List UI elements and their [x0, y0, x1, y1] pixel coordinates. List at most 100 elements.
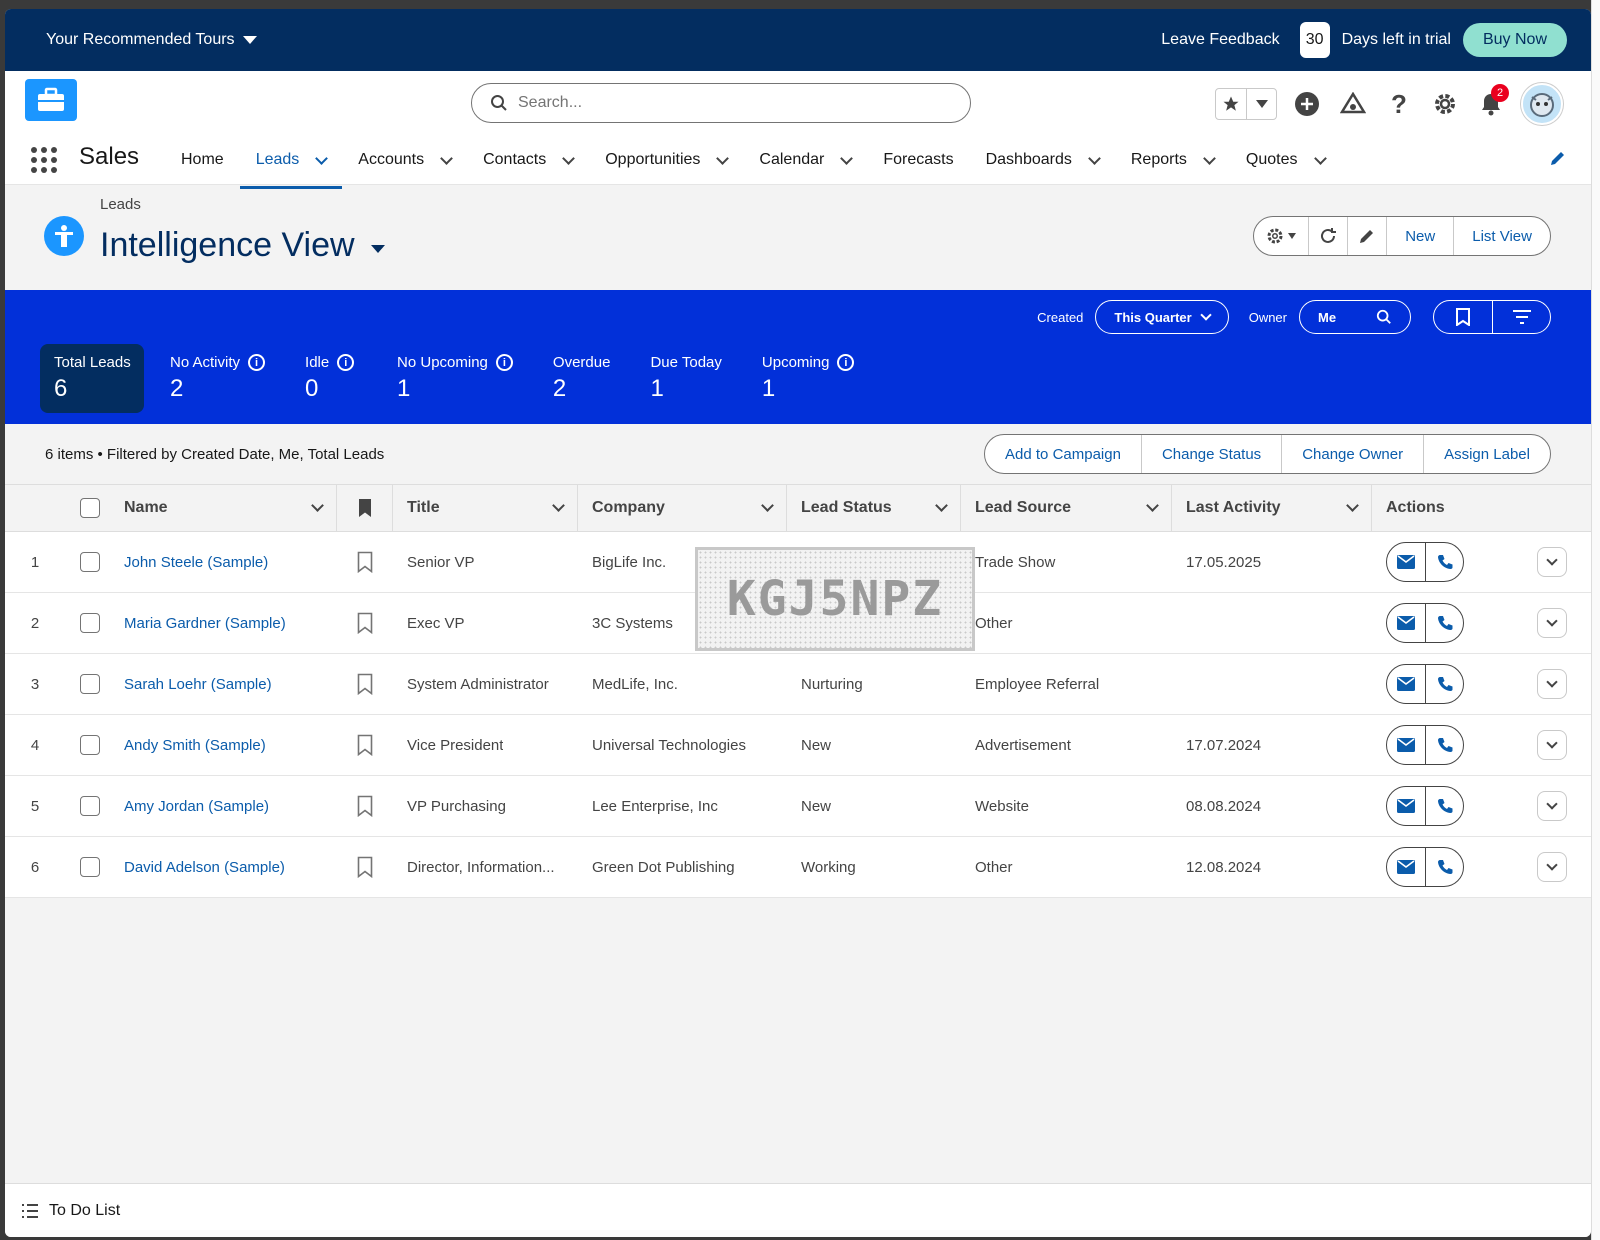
info-icon[interactable]: i [337, 354, 355, 371]
new-button[interactable]: New [1386, 217, 1453, 255]
chevron-down-icon[interactable] [1346, 499, 1359, 512]
nav-item-opportunities[interactable]: Opportunities [589, 135, 743, 185]
bookmark-icon[interactable] [337, 776, 393, 836]
email-icon[interactable] [1387, 726, 1425, 764]
refresh-icon[interactable] [1308, 217, 1347, 255]
app-launcher-icon[interactable] [31, 147, 57, 173]
bookmark-icon[interactable] [337, 532, 393, 592]
bookmark-icon[interactable] [337, 837, 393, 897]
chevron-down-icon[interactable] [935, 499, 948, 512]
phone-icon[interactable] [1425, 543, 1463, 581]
column-header-title[interactable]: Title [393, 485, 578, 531]
bookmark-icon[interactable] [1434, 301, 1492, 333]
chevron-down-icon[interactable] [562, 151, 576, 165]
email-icon[interactable] [1387, 665, 1425, 703]
row-checkbox[interactable] [65, 837, 115, 897]
bookmark-icon[interactable] [337, 715, 393, 775]
chevron-down-icon[interactable] [1146, 499, 1159, 512]
row-menu-chevron-icon[interactable] [1536, 669, 1567, 699]
phone-icon[interactable] [1425, 787, 1463, 825]
row-menu-chevron-icon[interactable] [1536, 608, 1567, 638]
buy-now-button[interactable]: Buy Now [1462, 23, 1567, 57]
chevron-down-icon[interactable] [440, 151, 453, 165]
global-search-input[interactable]: Search... [471, 83, 971, 123]
favorites-dropdown-icon[interactable] [1246, 89, 1276, 119]
row-menu-chevron-icon[interactable] [1536, 730, 1567, 760]
star-icon[interactable] [1216, 89, 1246, 119]
column-header-bookmark[interactable] [337, 485, 393, 531]
chevron-down-icon[interactable] [311, 499, 324, 512]
owner-filter-input[interactable]: Me [1299, 300, 1411, 334]
column-header-lead-source[interactable]: Lead Source [961, 485, 1172, 531]
add-plus-icon[interactable] [1291, 88, 1323, 120]
nav-item-accounts[interactable]: Accounts [342, 135, 467, 185]
select-all-checkbox[interactable] [65, 485, 115, 531]
change-status-button[interactable]: Change Status [1140, 435, 1281, 473]
bookmark-icon[interactable] [337, 654, 393, 714]
row-menu-chevron-icon[interactable] [1536, 547, 1567, 577]
nav-item-dashboards[interactable]: Dashboards [970, 135, 1115, 185]
nav-item-quotes[interactable]: Quotes [1230, 135, 1341, 185]
email-icon[interactable] [1387, 787, 1425, 825]
info-icon[interactable]: i [837, 354, 855, 371]
chevron-down-icon[interactable] [552, 499, 565, 512]
stat-tile-due-today[interactable]: Due Today 1 [636, 344, 735, 413]
phone-icon[interactable] [1425, 604, 1463, 642]
chevron-down-icon[interactable] [1313, 151, 1327, 165]
stat-tile-upcoming[interactable]: Upcoming i 1 [748, 344, 869, 413]
nav-item-leads[interactable]: Leads [239, 135, 343, 189]
recommended-tours-dropdown[interactable]: Your Recommended Tours [46, 31, 257, 49]
row-checkbox[interactable] [65, 776, 115, 836]
lead-name-link[interactable]: Maria Gardner (Sample) [124, 615, 286, 632]
chevron-down-icon[interactable] [840, 151, 854, 165]
nav-item-forecasts[interactable]: Forecasts [867, 135, 969, 185]
stat-tile-idle[interactable]: Idle i 0 [291, 344, 371, 413]
inline-edit-pencil-icon[interactable] [1347, 217, 1386, 255]
email-icon[interactable] [1387, 848, 1425, 886]
stat-tile-overdue[interactable]: Overdue 2 [539, 344, 625, 413]
email-icon[interactable] [1387, 543, 1425, 581]
notifications-bell-icon[interactable]: 2 [1475, 84, 1509, 120]
column-header-name[interactable]: Name [115, 485, 337, 531]
chevron-down-icon[interactable] [1088, 151, 1101, 165]
nav-item-reports[interactable]: Reports [1115, 135, 1230, 185]
row-menu-chevron-icon[interactable] [1536, 852, 1567, 882]
help-icon[interactable]: ? [1383, 88, 1415, 120]
change-owner-button[interactable]: Change Owner [1281, 435, 1423, 473]
edit-nav-pencil-icon[interactable] [1549, 149, 1567, 172]
column-header-last-activity[interactable]: Last Activity [1172, 485, 1372, 531]
chevron-down-icon[interactable] [761, 499, 774, 512]
row-checkbox[interactable] [65, 532, 115, 592]
created-filter-dropdown[interactable]: This Quarter [1095, 300, 1229, 334]
chevron-down-icon[interactable] [1203, 151, 1216, 165]
nav-item-calendar[interactable]: Calendar [743, 135, 867, 185]
add-to-campaign-button[interactable]: Add to Campaign [985, 435, 1141, 473]
chevron-down-icon[interactable] [716, 151, 730, 165]
list-view-title[interactable]: Intelligence View [100, 226, 385, 265]
nav-item-contacts[interactable]: Contacts [467, 135, 589, 185]
stat-tile-total-leads[interactable]: Total Leads 6 [40, 344, 144, 413]
email-icon[interactable] [1387, 604, 1425, 642]
lead-name-link[interactable]: David Adelson (Sample) [124, 859, 285, 876]
lead-name-link[interactable]: Sarah Loehr (Sample) [124, 676, 272, 693]
lead-name-link[interactable]: John Steele (Sample) [124, 554, 268, 571]
assign-label-button[interactable]: Assign Label [1423, 435, 1550, 473]
list-view-button[interactable]: List View [1453, 217, 1550, 255]
filter-lines-icon[interactable] [1492, 301, 1550, 333]
info-icon[interactable]: i [248, 354, 266, 371]
phone-icon[interactable] [1425, 726, 1463, 764]
info-icon[interactable]: i [495, 354, 513, 371]
breadcrumb[interactable]: Leads [100, 196, 141, 213]
chevron-down-icon[interactable] [315, 151, 329, 165]
stat-tile-no-upcoming[interactable]: No Upcoming i 1 [383, 344, 527, 413]
row-menu-chevron-icon[interactable] [1536, 791, 1567, 821]
list-settings-gear-icon[interactable] [1254, 217, 1308, 255]
row-checkbox[interactable] [65, 715, 115, 775]
lead-name-link[interactable]: Andy Smith (Sample) [124, 737, 266, 754]
lead-name-link[interactable]: Amy Jordan (Sample) [124, 798, 269, 815]
briefcase-logo-icon[interactable] [25, 79, 77, 121]
column-header-lead-status[interactable]: Lead Status [787, 485, 961, 531]
phone-icon[interactable] [1425, 848, 1463, 886]
list-view-switcher-icon[interactable] [370, 244, 385, 253]
trailhead-icon[interactable] [1337, 88, 1369, 120]
